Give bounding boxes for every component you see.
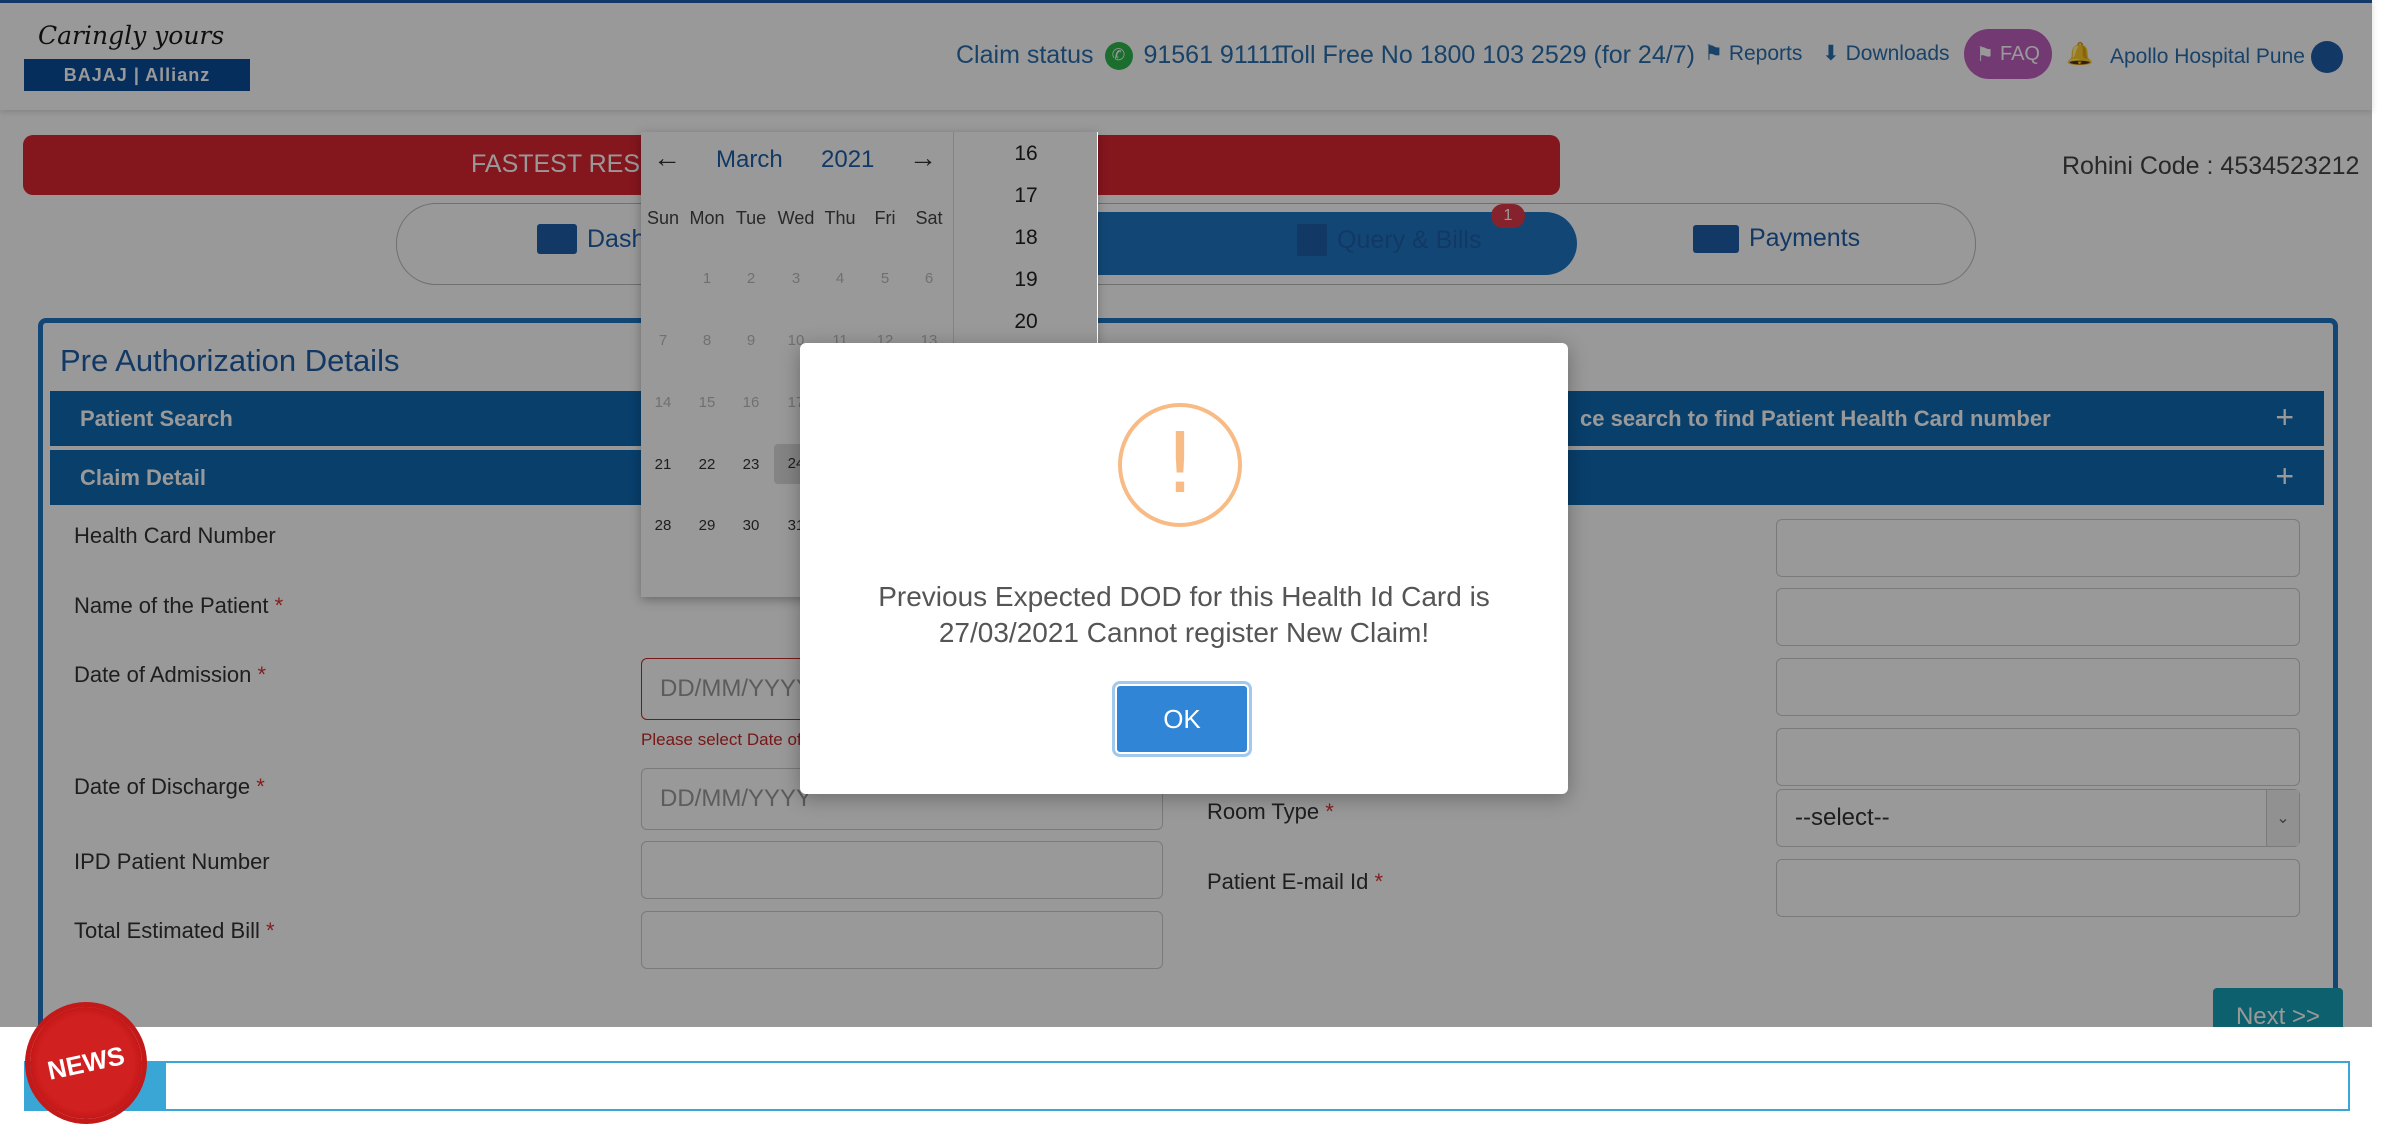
dialog-message: Previous Expected DOD for this Health Id… xyxy=(840,579,1528,651)
news-track xyxy=(24,1061,2350,1111)
ok-button[interactable]: OK xyxy=(1115,684,1249,754)
warning-mark: ! xyxy=(1163,414,1197,512)
news-ticker xyxy=(0,1027,2372,1137)
dialog-message-line2: 27/03/2021 Cannot register New Claim! xyxy=(938,617,1430,648)
warning-icon: ! xyxy=(1118,403,1242,527)
dialog-message-line1: Previous Expected DOD for this Health Id… xyxy=(878,581,1490,612)
alert-dialog: ! Previous Expected DOD for this Health … xyxy=(800,343,1568,794)
